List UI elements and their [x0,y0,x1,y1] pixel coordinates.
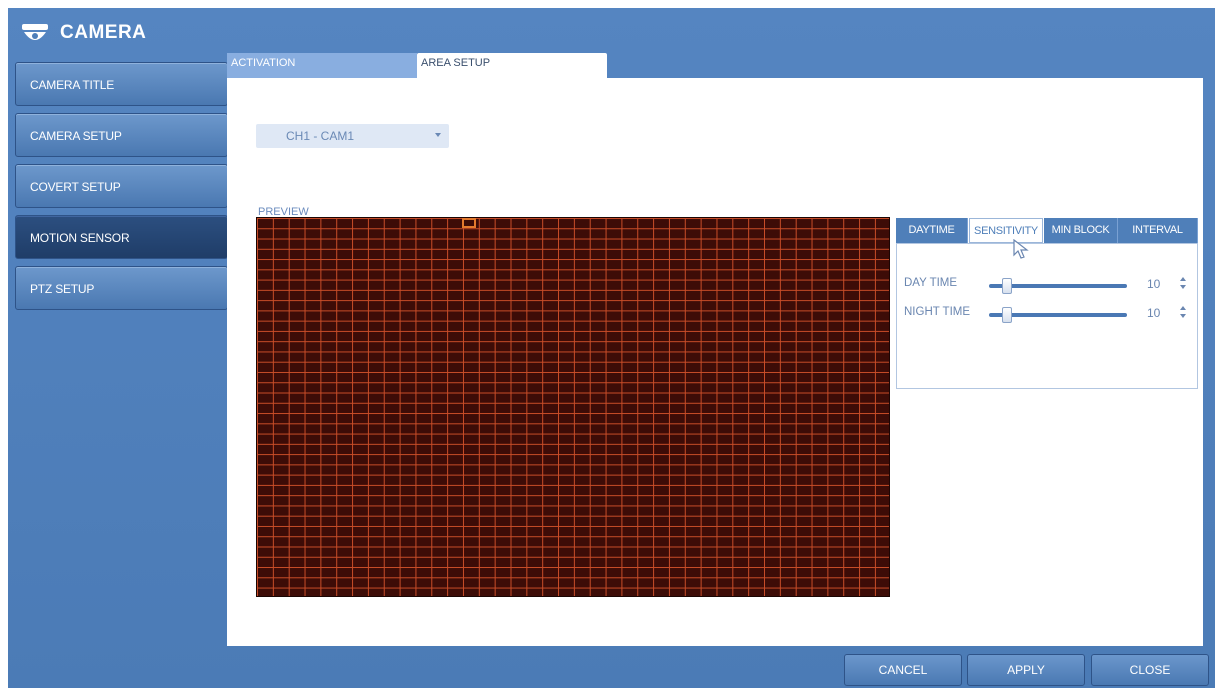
night-time-value[interactable]: 10 [1147,306,1160,320]
mouse-cursor-icon [1013,239,1029,259]
night-time-slider-thumb[interactable] [1002,307,1012,323]
channel-select[interactable]: CH1 - CAM1 [256,124,449,148]
tab-activation[interactable]: ACTIVATION [227,53,417,78]
day-time-slider-thumb[interactable] [1002,278,1012,294]
cancel-button[interactable]: CANCEL [844,654,962,686]
subtab-daytime[interactable]: DAYTIME [896,218,968,243]
sidebar-item-camera-title[interactable]: CAMERA TITLE [15,62,228,106]
day-time-value[interactable]: 10 [1147,277,1160,291]
channel-select-value: CH1 - CAM1 [286,129,355,143]
sidebar-item-ptz-setup[interactable]: PTZ SETUP [15,266,228,310]
window-title: CAMERA [60,22,147,43]
title-bar: CAMERA [8,8,1215,58]
settings-body: DAY TIME 10 NIGHT TIME 10 [896,243,1198,389]
subtab-sensitivity[interactable]: SENSITIVITY [969,218,1043,243]
chevron-down-icon [435,133,441,137]
dome-camera-icon [22,24,48,40]
night-time-label: NIGHT TIME [904,306,971,318]
tab-bar: ACTIVATION AREA SETUP [227,53,1203,78]
sidebar-item-covert-setup[interactable]: COVERT SETUP [15,164,228,208]
subtab-min-block[interactable]: MIN BLOCK [1044,218,1118,243]
night-time-spin-icon[interactable] [1179,305,1187,319]
apply-button[interactable]: APPLY [967,654,1085,686]
close-button[interactable]: CLOSE [1091,654,1209,686]
sidebar-item-camera-setup[interactable]: CAMERA SETUP [15,113,228,157]
motion-area-grid[interactable] [256,217,890,597]
tab-area-setup[interactable]: AREA SETUP [417,53,607,78]
selected-grid-cell[interactable] [462,218,476,228]
day-time-spin-icon[interactable] [1179,276,1187,290]
day-time-label: DAY TIME [904,277,958,289]
sidebar-item-motion-sensor[interactable]: MOTION SENSOR [15,215,228,259]
sensitivity-panel: DAYTIME SENSITIVITY MIN BLOCK INTERVAL D… [896,218,1198,389]
subtab-interval[interactable]: INTERVAL [1118,218,1198,243]
